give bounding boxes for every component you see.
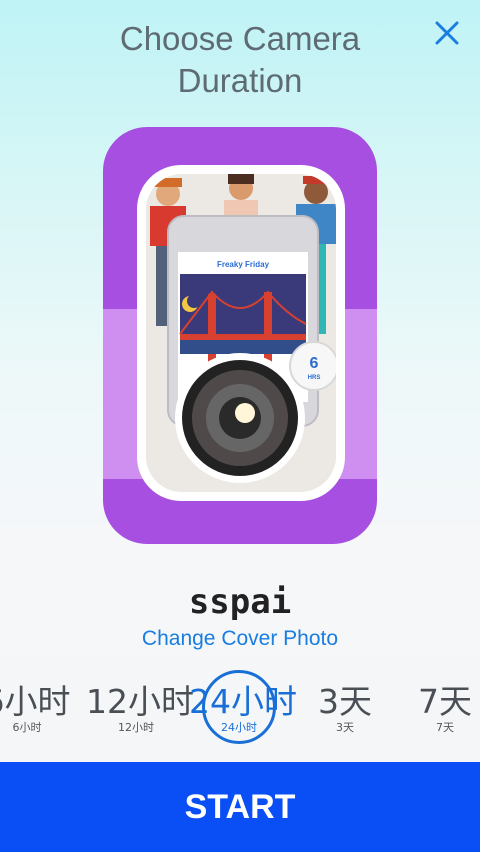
change-cover-photo-link[interactable]: Change Cover Photo xyxy=(0,627,480,651)
duration-sublabel: 24小时 xyxy=(221,721,257,734)
duration-option-3d[interactable]: 3天 3天 xyxy=(310,682,380,734)
app-name: sspai xyxy=(188,582,292,622)
screen-title: Freaky Friday xyxy=(217,260,270,269)
duration-picker[interactable]: 6小时 6小时 12小时 12小时 24小时 24小时 3天 3天 7天 7天 xyxy=(0,680,480,748)
close-button[interactable] xyxy=(428,14,466,52)
duration-label: 24小时 xyxy=(189,682,297,721)
duration-label: 3天 xyxy=(318,682,372,721)
camera-lens-icon xyxy=(175,353,305,483)
duration-option-12h[interactable]: 12小时 12小时 xyxy=(86,682,194,734)
title-line-2: Duration xyxy=(177,62,303,99)
duration-sublabel: 7天 xyxy=(436,721,454,734)
duration-label: 7天 xyxy=(418,682,472,721)
screen-timer: 6 xyxy=(310,355,319,372)
duration-sublabel: 3天 xyxy=(336,721,354,734)
duration-label: 12小时 xyxy=(86,682,194,721)
page-title: Choose Camera Duration xyxy=(60,18,420,102)
duration-sublabel: 6小时 xyxy=(12,721,42,734)
screen-timer-unit: HRS xyxy=(308,375,321,381)
duration-label: 6小时 xyxy=(0,682,71,721)
duration-option-6h[interactable]: 6小时 6小时 xyxy=(0,682,72,734)
close-icon xyxy=(435,21,459,45)
duration-sublabel: 12小时 xyxy=(118,721,154,734)
duration-option-7d[interactable]: 7天 7天 xyxy=(410,682,480,734)
cover-image[interactable]: Freaky Friday 6 HRS xyxy=(103,127,377,544)
title-line-1: Choose Camera xyxy=(119,20,361,57)
duration-option-24h[interactable]: 24小时 24小时 xyxy=(189,682,297,734)
start-button[interactable]: START xyxy=(0,762,480,852)
